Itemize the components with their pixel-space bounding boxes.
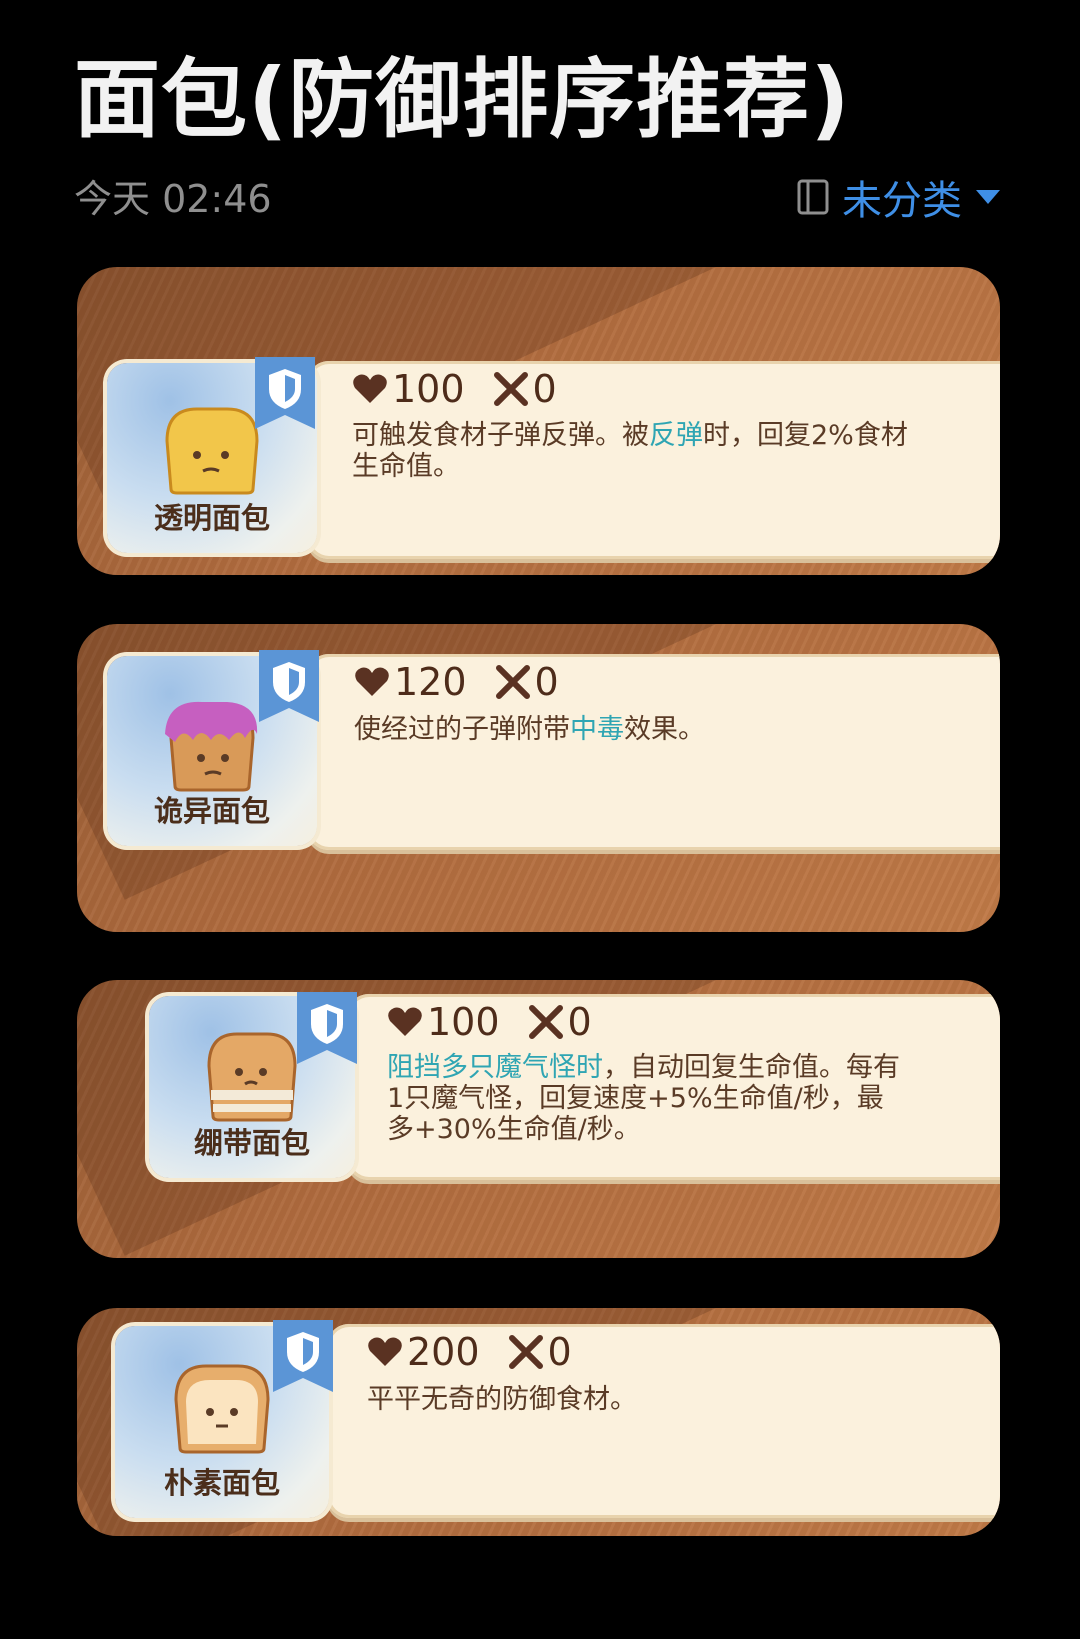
timestamp: 今天 02:46 [74, 177, 272, 221]
hp-value: 100 [427, 1000, 500, 1044]
food-card[interactable]: 透明面包 100 0 可触发食材子弹反弹。被反弹时，回复2%食材生命值。 [77, 267, 1000, 575]
crossed-swords-icon [528, 1005, 563, 1039]
shield-icon [297, 992, 357, 1064]
food-card[interactable]: 诡异面包 120 0 使经过的子弹附带中毒效果。 [77, 624, 1000, 932]
page-title: 面包(防御排序推荐) [74, 50, 851, 150]
bread-icon [165, 407, 259, 495]
shield-icon [259, 650, 319, 722]
hp-value: 120 [394, 660, 467, 704]
food-description: 阻挡多只魔气怪时，自动回复生命值。每有1只魔气怪，回复速度+5%生命值/秒，最多… [387, 1052, 900, 1145]
food-card[interactable]: 绷带面包 100 0 阻挡多只魔气怪时，自动回复生命值。每有1只魔气怪，回复速度… [77, 980, 1000, 1258]
crossed-swords-icon [508, 1335, 543, 1369]
stats-row: 200 0 [367, 1330, 572, 1374]
stats-row: 120 0 [354, 660, 559, 704]
food-description: 可触发食材子弹反弹。被反弹时，回复2%食材生命值。 [352, 420, 908, 482]
stats-row: 100 0 [387, 1000, 592, 1044]
category-selector[interactable]: 未分类 [796, 168, 1000, 226]
hp-value: 100 [392, 367, 465, 411]
shield-icon [273, 1320, 333, 1392]
category-label: 未分类 [842, 178, 962, 224]
caret-down-icon [976, 190, 1000, 204]
attack-value: 0 [532, 367, 557, 411]
food-description: 使经过的子弹附带中毒效果。 [354, 714, 705, 745]
heart-icon [355, 667, 389, 696]
heart-icon [388, 1007, 422, 1036]
heart-icon [353, 374, 387, 403]
heart-icon [368, 1337, 402, 1366]
bread-icon [174, 1364, 270, 1454]
food-name: 透明面包 [153, 501, 270, 535]
notebook-icon [797, 179, 829, 215]
crossed-swords-icon [493, 372, 528, 406]
bread-icon [207, 1032, 297, 1122]
food-name: 诡异面包 [153, 794, 270, 828]
food-card[interactable]: 朴素面包 200 0 平平无奇的防御食材。 [77, 1308, 1000, 1536]
stats-row: 100 0 [352, 367, 557, 411]
hp-value: 200 [407, 1330, 480, 1374]
shield-icon [255, 357, 315, 429]
food-name: 朴素面包 [163, 1466, 280, 1500]
bread-icon [165, 701, 258, 792]
attack-value: 0 [547, 1330, 572, 1374]
attack-value: 0 [567, 1000, 592, 1044]
food-description: 平平无奇的防御食材。 [367, 1384, 637, 1415]
food-name: 绷带面包 [193, 1126, 310, 1160]
attack-value: 0 [534, 660, 559, 704]
crossed-swords-icon [495, 665, 530, 699]
